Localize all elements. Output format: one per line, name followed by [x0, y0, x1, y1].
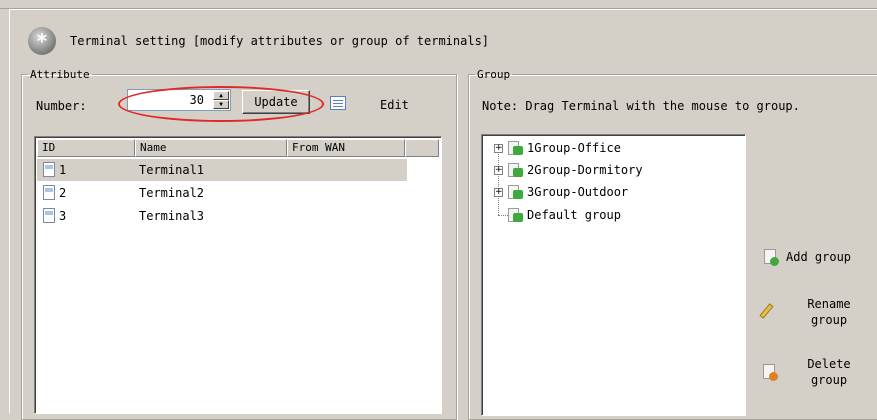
terminal-icon	[43, 185, 55, 200]
group-icon	[507, 140, 523, 156]
spin-buttons: ▲ ▼	[213, 91, 229, 109]
edit-list-icon[interactable]	[330, 96, 346, 110]
table-row[interactable]: 2 Terminal2	[37, 182, 407, 204]
update-button[interactable]: Update	[242, 90, 310, 114]
rename-group-button[interactable]: Rename group	[796, 296, 862, 328]
tree-item-group-office[interactable]: + 1Group-Office	[494, 138, 621, 158]
row-name: Terminal3	[139, 209, 205, 223]
tree-item-label: 2Group-Dormitory	[527, 163, 643, 177]
terminal-icon	[43, 208, 55, 223]
terminal-list[interactable]: ID Name From WAN 1 Terminal1 2 Terminal2…	[34, 136, 442, 414]
number-label: Number:	[36, 99, 87, 113]
add-group-label: Add group	[786, 250, 852, 264]
window-top-edge	[0, 0, 877, 9]
tree-item-group-dormitory[interactable]: + 2Group-Dormitory	[494, 160, 643, 180]
delete-group-icon[interactable]	[761, 363, 779, 381]
number-value[interactable]: 30	[190, 93, 204, 107]
tree-item-label: Default group	[527, 208, 621, 222]
row-name: Terminal2	[139, 186, 205, 200]
drag-note: Note: Drag Terminal with the mouse to gr…	[482, 99, 800, 113]
rename-pencil-icon[interactable]	[759, 301, 779, 319]
add-group-icon	[762, 248, 780, 266]
column-header-from-wan[interactable]: From WAN	[287, 139, 405, 157]
expand-icon[interactable]: +	[494, 165, 503, 175]
row-id: 3	[59, 209, 67, 223]
delete-group-button[interactable]: Delete group	[796, 356, 862, 388]
spin-up-icon[interactable]: ▲	[213, 91, 229, 100]
rename-label-line1: Rename	[807, 297, 851, 311]
expand-icon[interactable]: +	[494, 143, 503, 153]
terminal-icon	[43, 162, 55, 177]
asterisk-icon: *	[28, 27, 56, 55]
group-icon	[507, 207, 523, 223]
row-id: 2	[59, 186, 67, 200]
number-spinbox[interactable]: 30 ▲ ▼	[127, 89, 231, 111]
group-icon	[507, 162, 523, 178]
tree-item-group-outdoor[interactable]: + 3Group-Outdoor	[494, 182, 628, 202]
page-header: * Terminal setting [modify attributes or…	[28, 26, 489, 56]
tree-item-label: 3Group-Outdoor	[527, 185, 629, 199]
group-tree[interactable]: + 1Group-Office + 2Group-Dormitory + 3Gr…	[481, 134, 746, 416]
rename-label-line2: group	[810, 313, 848, 327]
tree-item-label: 1Group-Office	[527, 141, 621, 155]
table-row[interactable]: 1 Terminal1	[37, 159, 407, 181]
column-header-id[interactable]: ID	[37, 139, 135, 157]
spin-down-icon[interactable]: ▼	[213, 100, 229, 109]
table-row[interactable]: 3 Terminal3	[37, 205, 407, 227]
column-header-name[interactable]: Name	[135, 139, 287, 157]
delete-label-line2: group	[810, 373, 848, 387]
attribute-legend: Attribute	[30, 68, 90, 81]
edit-label[interactable]: Edit	[380, 98, 409, 112]
group-icon	[507, 184, 523, 200]
expand-icon[interactable]: +	[494, 187, 503, 197]
column-header-filler	[405, 139, 439, 157]
delete-label-line1: Delete	[807, 357, 851, 371]
row-name: Terminal1	[139, 163, 205, 177]
group-legend: Group	[477, 68, 511, 81]
row-id: 1	[59, 163, 67, 177]
add-group-button[interactable]: Add group	[762, 248, 851, 266]
tree-item-default-group[interactable]: Default group	[503, 205, 621, 225]
page-title: Terminal setting [modify attributes or g…	[70, 34, 490, 48]
